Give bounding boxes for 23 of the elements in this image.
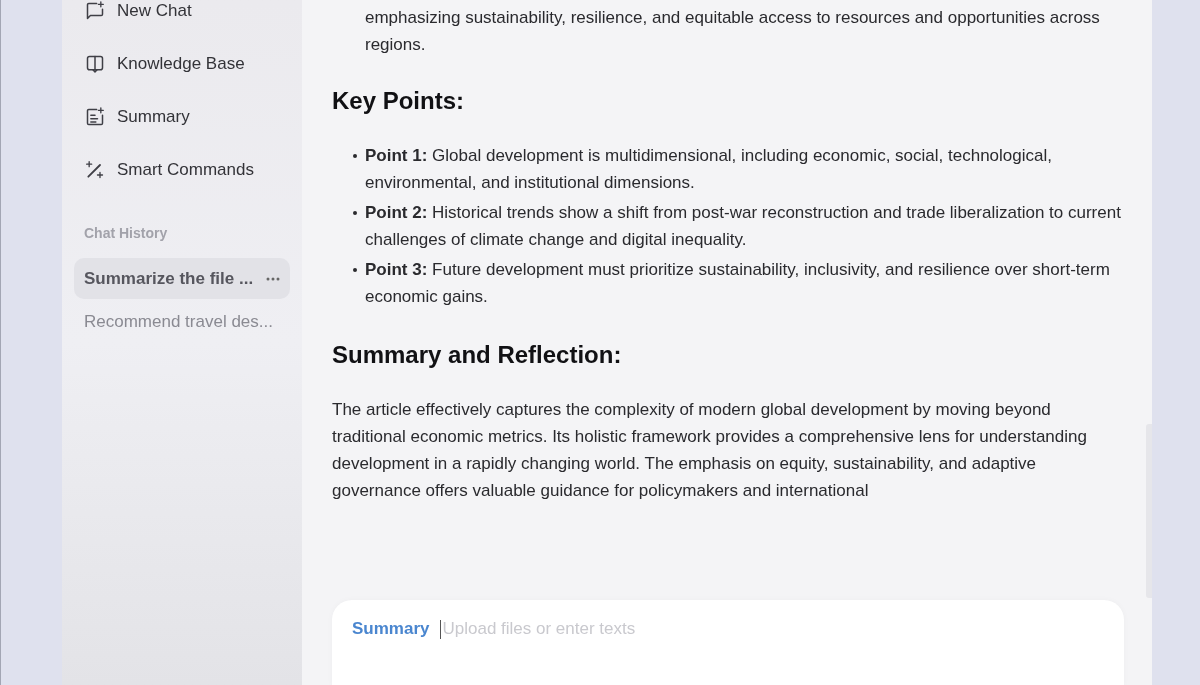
bullet-icon <box>353 154 357 158</box>
section-heading: Key Points: <box>332 86 465 116</box>
sidebar-nav-item[interactable]: Summary <box>85 106 190 128</box>
magic-wand-icon <box>85 160 105 180</box>
bullet-text: Point 3: Future development must prioritize sustainability, inclusivity, and resilience over short-term economic gains. <box>365 259 1111 308</box>
sidebar-nav-item[interactable]: New Chat <box>85 0 192 22</box>
bullet-text: Point 1: Global development is multidimensional, including economic, social, technological, environmental, and institutional dimensions. <box>365 145 1053 194</box>
chat-bubble-plus-icon <box>85 1 105 21</box>
chat-history-heading: Chat History <box>84 224 168 242</box>
composer-mode-label[interactable]: Summary <box>352 618 430 640</box>
bullet-icon <box>353 211 357 215</box>
text-cursor <box>440 619 442 639</box>
section-heading: Summary and Reflection: <box>332 340 622 370</box>
book-icon <box>85 54 105 74</box>
sidebar-nav-item[interactable]: Smart Commands <box>85 159 254 181</box>
sidebar-nav-item[interactable]: Knowledge Base <box>85 53 245 75</box>
bullet-text: Point 2: Historical trends show a shift from post-war reconstruction and trade liberalization to current challenges of climate change and digital inequality. <box>365 202 1122 251</box>
more-icon[interactable] <box>266 276 280 281</box>
chat-history-item[interactable]: Summarize the file ... <box>74 258 290 299</box>
article-paragraph: The article effectively captures the complexity of modern global development by moving beyond traditional economic metrics. Its holistic framework provides a comprehensive lens for understanding development in a rapidly changing world. The emphasis on equity, sustainability, and adaptive governance offers valuable guidance for policymakers and international <box>332 399 1088 502</box>
article-paragraph: emphasizing sustainability, resilience, and equitable access to resources and opportunities across regions. <box>364 7 1101 56</box>
bullet-icon <box>353 268 357 272</box>
document-sparkle-icon <box>85 107 105 127</box>
